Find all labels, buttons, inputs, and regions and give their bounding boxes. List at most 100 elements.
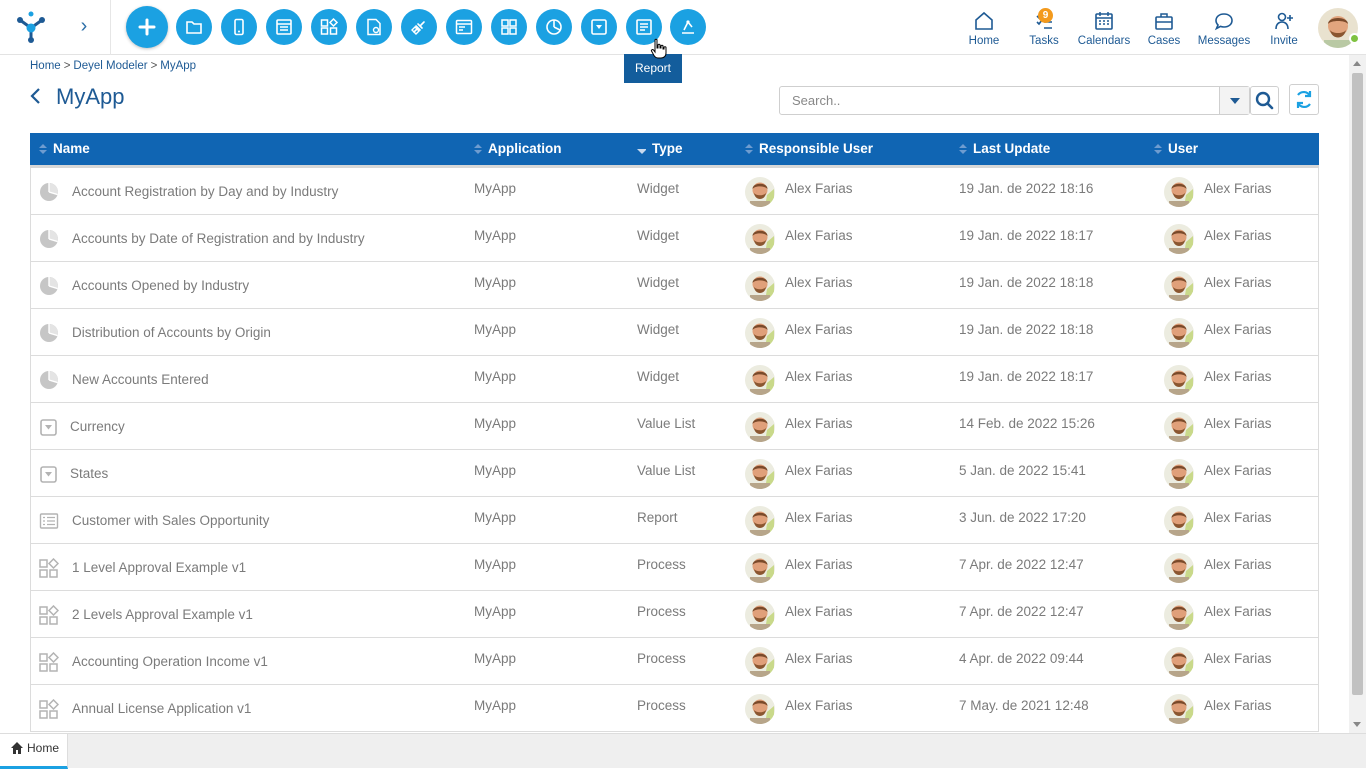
row-last-update: 14 Feb. de 2022 15:26 [959, 416, 1095, 431]
responsible-user-avatar [745, 412, 775, 442]
search-button[interactable] [1250, 86, 1279, 115]
table-row[interactable]: Account Registration by Day and by Indus… [30, 168, 1319, 215]
row-last-update: 19 Jan. de 2022 18:17 [959, 228, 1094, 243]
column-header-user[interactable]: User [1154, 133, 1198, 165]
connector-button[interactable] [401, 9, 437, 45]
user-avatar [1164, 318, 1194, 348]
process-icon [39, 651, 60, 672]
row-name[interactable]: Annual License Application v1 [72, 701, 251, 716]
rule-button[interactable] [356, 9, 392, 45]
table-row[interactable]: 1 Level Approval Example v1 MyApp Process A… [30, 544, 1319, 591]
widget-button[interactable] [536, 9, 572, 45]
add-button[interactable] [126, 6, 168, 48]
calendar-icon [1095, 12, 1113, 30]
responsible-user-avatar [745, 177, 775, 207]
search-input[interactable] [780, 87, 1219, 114]
row-name[interactable]: Accounting Operation Income v1 [72, 654, 268, 669]
row-user: Alex Farias [1204, 557, 1272, 572]
row-last-update: 4 Apr. de 2022 09:44 [959, 651, 1084, 666]
table-row[interactable]: Accounts Opened by Industry MyApp Widget Al… [30, 262, 1319, 309]
row-name[interactable]: New Accounts Entered [72, 372, 209, 387]
table-row[interactable]: New Accounts Entered MyApp Widget Alex Fari… [30, 356, 1319, 403]
form-button[interactable] [266, 9, 302, 45]
column-header-last-update[interactable]: Last Update [959, 133, 1050, 165]
row-application: MyApp [474, 181, 517, 196]
value-list-icon [591, 19, 607, 35]
deyel-logo-icon[interactable] [12, 8, 50, 46]
breadcrumb-home[interactable]: Home [30, 60, 61, 72]
scrollbar-thumb[interactable] [1352, 73, 1363, 695]
vertical-scrollbar[interactable] [1349, 55, 1366, 733]
expand-menu-chevron-icon[interactable]: › [74, 14, 94, 38]
row-last-update: 3 Jun. de 2022 17:20 [959, 510, 1086, 525]
responsible-user-avatar [745, 647, 775, 677]
folder-button[interactable] [176, 9, 212, 45]
scroll-down-arrow-icon[interactable] [1353, 722, 1361, 727]
nav-calendars[interactable]: Calendars [1074, 8, 1134, 48]
table-row[interactable]: Accounting Operation Income v1 MyApp Proce… [30, 638, 1319, 685]
widget-icon [39, 323, 59, 343]
process-icon [39, 698, 60, 719]
back-arrow-icon[interactable] [28, 84, 44, 108]
dashboard-button[interactable] [491, 9, 527, 45]
row-name[interactable]: Currency [70, 419, 125, 434]
process-button[interactable] [311, 9, 347, 45]
row-responsible-user: Alex Farias [785, 463, 853, 478]
row-last-update: 19 Jan. de 2022 18:17 [959, 369, 1094, 384]
row-name[interactable]: 1 Level Approval Example v1 [72, 560, 246, 575]
table-row[interactable]: Accounts by Date of Registration and by … [30, 215, 1319, 262]
table-row[interactable]: Customer with Sales Opportunity MyApp Repo… [30, 497, 1319, 544]
add-user-icon [1275, 12, 1293, 30]
table-body: Account Registration by Day and by Indus… [30, 168, 1319, 732]
row-name[interactable]: Account Registration by Day and by Indus… [72, 184, 338, 199]
nav-cases[interactable]: Cases [1134, 8, 1194, 48]
rule-icon [367, 18, 381, 36]
refresh-button[interactable] [1289, 84, 1319, 115]
row-name[interactable]: Customer with Sales Opportunity [72, 513, 269, 528]
column-header-application[interactable]: Application [474, 133, 562, 165]
user-avatar [1164, 412, 1194, 442]
breadcrumb-deyel-modeler[interactable]: Deyel Modeler [73, 60, 147, 72]
integration-icon [682, 20, 694, 34]
row-user: Alex Farias [1204, 698, 1272, 713]
home-tab[interactable]: Home [0, 734, 68, 769]
column-header-type[interactable]: Type [636, 133, 683, 165]
row-name[interactable]: 2 Levels Approval Example v1 [72, 607, 253, 622]
user-avatar [1164, 459, 1194, 489]
message-bubble-icon [1214, 13, 1233, 31]
nav-invite[interactable]: Invite [1254, 8, 1314, 48]
folder-icon [186, 21, 202, 34]
page-button[interactable] [446, 9, 482, 45]
report-icon [636, 19, 652, 35]
table-row[interactable]: Distribution of Accounts by Origin MyApp W… [30, 309, 1319, 356]
value-list-button[interactable] [581, 9, 617, 45]
row-responsible-user: Alex Farias [785, 604, 853, 619]
search-options-dropdown[interactable] [1219, 87, 1249, 114]
table-row[interactable]: 2 Levels Approval Example v1 MyApp Process… [30, 591, 1319, 638]
table-row[interactable]: States MyApp Value List Alex Farias 5 Jan. d… [30, 450, 1319, 497]
table-row[interactable]: Annual License Application v1 MyApp Proces… [30, 685, 1319, 732]
row-name[interactable]: Distribution of Accounts by Origin [72, 325, 271, 340]
scroll-up-arrow-icon[interactable] [1353, 61, 1361, 66]
table-row[interactable]: Currency MyApp Value List Alex Farias 14 Feb… [30, 403, 1319, 450]
row-name[interactable]: Accounts Opened by Industry [72, 278, 249, 293]
nav-home[interactable]: Home [954, 8, 1014, 48]
responsible-user-avatar [745, 553, 775, 583]
sort-descending-icon [637, 149, 646, 154]
row-name[interactable]: States [70, 466, 108, 481]
column-header-responsible-user[interactable]: Responsible User [745, 133, 873, 165]
column-header-name[interactable]: Name [39, 133, 90, 165]
page-title: MyApp [56, 84, 125, 109]
results-table: Name Application Type Responsible User L… [30, 133, 1319, 732]
breadcrumb-myapp[interactable]: MyApp [160, 60, 196, 72]
row-application: MyApp [474, 322, 517, 337]
row-user: Alex Farias [1204, 228, 1272, 243]
user-avatar [1164, 224, 1194, 254]
nav-messages[interactable]: Messages [1194, 8, 1254, 48]
integration-button[interactable] [670, 9, 706, 45]
mobile-button[interactable] [221, 9, 257, 45]
nav-tasks[interactable]: 9 Tasks [1014, 8, 1074, 48]
nav-calendars-label: Calendars [1077, 35, 1131, 47]
sort-icon [959, 144, 967, 154]
row-name[interactable]: Accounts by Date of Registration and by … [72, 231, 365, 246]
